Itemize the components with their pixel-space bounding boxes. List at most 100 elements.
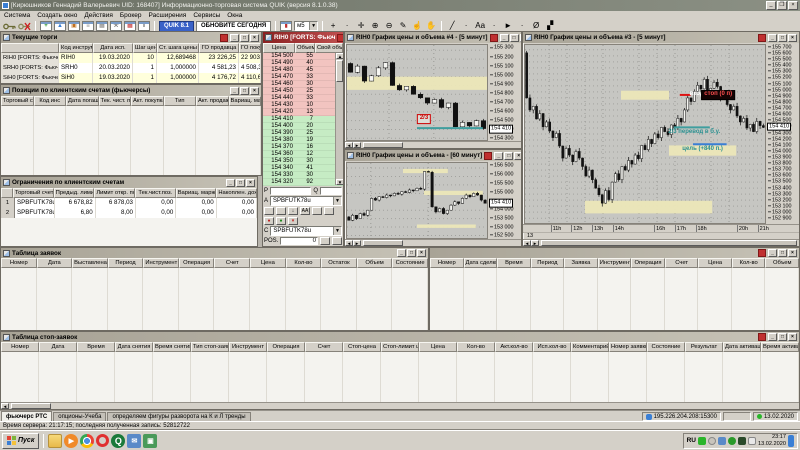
minimize-button[interactable]: _	[766, 1, 776, 10]
bid-row[interactable]: 154 34041	[263, 165, 343, 172]
media-player-icon[interactable]: ▶	[64, 434, 78, 448]
ask-row[interactable]: 154 43010	[263, 102, 343, 109]
scroll-down-icon[interactable]: ▼	[336, 179, 344, 185]
bid-row[interactable]: 154 4107	[263, 116, 343, 123]
bid-row[interactable]: 154 35030	[263, 158, 343, 165]
table-row[interactable]: 2SPBFUTK78u6,808,000,000,000,00	[1, 208, 257, 218]
histogram-icon[interactable]: ▮	[280, 21, 292, 31]
scroll-thumb[interactable]	[11, 403, 51, 409]
quik-icon[interactable]: Q	[111, 434, 125, 448]
minimize-button[interactable]: _	[494, 152, 503, 160]
price-input[interactable]	[270, 187, 311, 195]
tray-green-icon[interactable]	[698, 437, 706, 445]
stop-orders-titlebar[interactable]: Таблица стоп-заявок _□×	[1, 332, 799, 342]
ask-row[interactable]: 154 42013	[263, 109, 343, 116]
chart2-titlebar[interactable]: RIH0 График цены и объема - [60 минут] _…	[345, 150, 521, 161]
schedule-table-icon[interactable]: ▦	[96, 21, 108, 31]
ask-row[interactable]: 154 45025	[263, 88, 343, 95]
pos-input[interactable]: 0	[280, 237, 318, 245]
eraser-tool-icon[interactable]: ▞	[544, 21, 556, 32]
point-hand-tool-icon[interactable]: ☝	[411, 21, 423, 32]
account-c-select[interactable]: SPBFUTK78u▼	[270, 226, 342, 236]
price-chart-canvas[interactable]	[525, 45, 765, 223]
start-button[interactable]: Пуск	[2, 433, 39, 449]
zoom-out-tool-icon[interactable]: ⊖	[383, 21, 395, 32]
pos-btn1[interactable]	[320, 237, 330, 245]
opera-icon[interactable]	[96, 434, 109, 447]
sheet-tab-0[interactable]: фьючерс РТС	[1, 411, 52, 421]
chart-hscrollbar[interactable]: ◄►	[345, 239, 521, 246]
tray-flag-icon[interactable]	[748, 437, 756, 445]
tray-chart-icon[interactable]	[738, 437, 746, 445]
account-a-select[interactable]: SPBFUTK78u▼	[270, 196, 342, 206]
current-trades-titlebar[interactable]: Текущие торги _□×	[1, 32, 261, 43]
maximize-button[interactable]: □	[778, 34, 787, 42]
update-today-button[interactable]: ОБНОВИТЕ СЕГОДНЯ	[196, 21, 271, 32]
chevron-down-icon[interactable]: ▼	[309, 22, 317, 30]
minimize-button[interactable]: _	[768, 34, 777, 42]
orders-titlebar[interactable]: Таблица заявок _□×	[1, 248, 428, 258]
ask-row[interactable]: 154 49040	[263, 60, 343, 67]
connect-key-icon[interactable]	[3, 22, 16, 31]
chart-hscrollbar[interactable]: ◄►	[523, 239, 799, 246]
disconnect-key-icon[interactable]	[18, 22, 31, 31]
bid-row[interactable]: 154 33030	[263, 172, 343, 179]
chart3-titlebar[interactable]: RIH0 График цены и объема #3 - [5 минут]…	[523, 32, 799, 43]
bid-row[interactable]: 154 32092	[263, 179, 343, 186]
maximize-button[interactable]: □	[504, 152, 513, 160]
bid-row[interactable]: 154 40020	[263, 123, 343, 130]
minimize-button[interactable]: _	[226, 179, 235, 187]
auto-button[interactable]: АА	[300, 207, 310, 215]
maximize-button[interactable]: □	[510, 34, 519, 42]
minimize-button[interactable]: _	[500, 34, 509, 42]
menu-item-1[interactable]: Создать окно	[37, 12, 77, 19]
pin-icon[interactable]	[758, 34, 766, 42]
table-row[interactable]: SRH0 [FORTS: ФьючеSRH020.03.202011,00000…	[1, 63, 261, 73]
minimize-button[interactable]: _	[768, 249, 777, 257]
positions-titlebar[interactable]: Позиции по клиентским счетам (фьючерсы) …	[1, 85, 261, 96]
tray-network-icon[interactable]	[718, 437, 726, 445]
ask-row[interactable]: 154 44033	[263, 95, 343, 102]
hide-objects-tool-icon[interactable]: Ø	[530, 21, 542, 32]
menu-item-3[interactable]: Брокер	[120, 12, 142, 19]
minimize-button[interactable]: _	[230, 34, 239, 42]
ask-row[interactable]: 154 46030	[263, 81, 343, 88]
chart-window-icon[interactable]: ▲	[54, 21, 66, 31]
close-button[interactable]: ×	[520, 34, 521, 42]
close-button[interactable]: ×	[417, 249, 426, 257]
opt1-button[interactable]	[312, 207, 322, 215]
tray-antivirus-icon[interactable]	[728, 437, 736, 445]
show-desktop-icon[interactable]	[788, 435, 794, 447]
picture-icon[interactable]: ▣	[143, 434, 157, 448]
minimize-button[interactable]: _	[230, 87, 239, 95]
pin-icon[interactable]	[337, 34, 343, 42]
buy-button[interactable]	[264, 207, 274, 215]
zoom-in-tool-icon[interactable]: ⊕	[369, 21, 381, 32]
maximize-button[interactable]: □	[407, 249, 416, 257]
table-row[interactable]: SiH0 [FORTS: ФьючерSiH019.03.202011,0000…	[1, 73, 261, 83]
scroll-thumb[interactable]	[541, 240, 797, 246]
alarm-red-button[interactable]: ●	[264, 217, 274, 225]
pan-hand-tool-icon[interactable]: ✋	[425, 21, 437, 32]
list-window-icon[interactable]: ≡	[82, 21, 94, 31]
pin-icon[interactable]	[484, 152, 492, 160]
close-button[interactable]: ×	[788, 333, 797, 341]
restore-button[interactable]: ❐	[777, 1, 787, 10]
close-button[interactable]: ×	[788, 249, 797, 257]
table-row[interactable]: 1SPBFUTK78u6 678,826 878,030,000,000,00	[1, 198, 257, 208]
chart-window2-icon[interactable]: ▣	[68, 21, 80, 31]
pos-btn2[interactable]	[332, 237, 342, 245]
chevron-down-icon[interactable]: ▼	[333, 227, 341, 235]
maximize-button[interactable]: □	[778, 333, 787, 341]
pin-icon[interactable]	[490, 34, 498, 42]
minimize-button[interactable]: _	[768, 333, 777, 341]
bid-row[interactable]: 154 39025	[263, 130, 343, 137]
close-button[interactable]: ×	[788, 34, 797, 42]
quik-version-button[interactable]: QUIK 8.1	[159, 21, 194, 32]
deals-titlebar[interactable]: _□×	[430, 248, 799, 258]
chrome-icon[interactable]	[80, 434, 94, 448]
ask-row[interactable]: 154 47033	[263, 74, 343, 81]
qty-input[interactable]	[320, 187, 342, 195]
opt2-button[interactable]	[324, 207, 334, 215]
pin-icon[interactable]	[220, 34, 228, 42]
